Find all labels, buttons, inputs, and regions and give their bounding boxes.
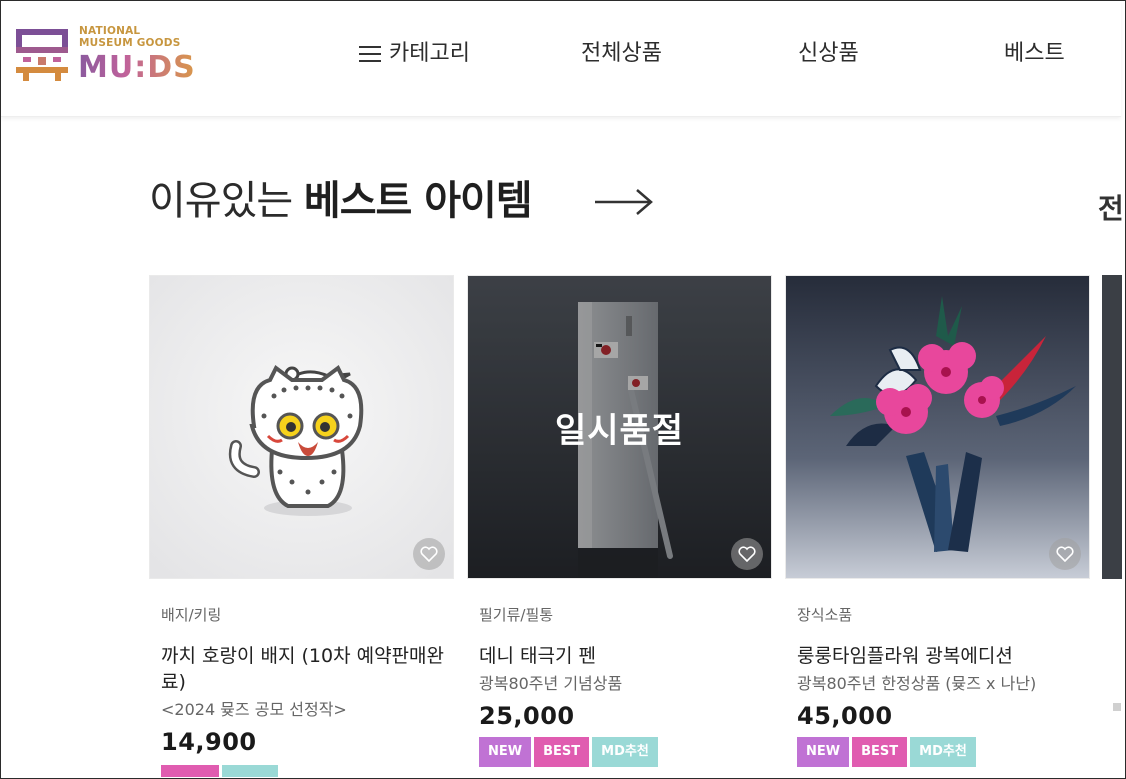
logo-mark-icon	[16, 29, 68, 81]
nav-category[interactable]: 카테고리	[359, 37, 470, 71]
product-card[interactable]: 장식소품 룽룽타임플라워 광복에디션 광복80주년 한정상품 (뮺즈 x 나난)…	[785, 275, 1090, 767]
badge-md-pick: MD추천	[592, 737, 658, 767]
wishlist-button[interactable]	[1049, 538, 1081, 570]
product-price: 45,000	[797, 702, 893, 730]
section-title-bold: 베스트 아이템	[303, 178, 533, 224]
wishlist-button[interactable]	[413, 538, 445, 570]
product-category: 배지/키링	[161, 606, 222, 624]
hamburger-icon	[359, 46, 381, 62]
logo-line-2: MUSEUM GOODS	[79, 37, 181, 49]
logo-line-1: NATIONAL	[79, 25, 141, 37]
product-image[interactable]: 일시품절	[467, 275, 772, 579]
arrow-right-icon[interactable]	[593, 187, 655, 217]
logo-subtitle: NATIONAL MUSEUM GOODS	[79, 25, 181, 49]
badge-strip-peek	[222, 765, 278, 777]
nav-best[interactable]: 베스트	[1004, 37, 1065, 71]
product-subtitle: 광복80주년 기념상품	[479, 674, 623, 693]
product-price: 25,000	[479, 702, 575, 730]
badge-best: BEST	[852, 737, 908, 767]
site-header: NATIONAL MUSEUM GOODS MU:DS 카테고리 전체상품 신상…	[1, 1, 1121, 117]
next-product-peek[interactable]	[1102, 275, 1122, 579]
badge-new: NEW	[797, 737, 850, 767]
site-logo[interactable]: NATIONAL MUSEUM GOODS MU:DS	[13, 23, 195, 85]
page-frame: NATIONAL MUSEUM GOODS MU:DS 카테고리 전체상품 신상…	[0, 0, 1126, 779]
logo-wordmark: MU:DS	[78, 50, 196, 85]
product-subtitle: <2024 뮺즈 공모 선정작>	[161, 700, 347, 719]
product-name[interactable]: 까치 호랑이 배지 (10차 예약판매완료)	[149, 643, 454, 695]
nav-all-products[interactable]: 전체상품	[581, 37, 662, 71]
product-badges: NEW BEST MD추천	[785, 737, 1090, 767]
product-category: 장식소품	[797, 606, 853, 624]
product-image[interactable]	[785, 275, 1090, 579]
nav-category-label: 카테고리	[389, 41, 470, 66]
heart-icon	[738, 546, 756, 562]
product-name[interactable]: 데니 태극기 펜	[467, 643, 772, 669]
product-name[interactable]: 룽룽타임플라워 광복에디션	[785, 643, 1090, 669]
sold-out-overlay: 일시품절	[468, 276, 771, 578]
product-card[interactable]: 배지/키링 까치 호랑이 배지 (10차 예약판매완료) <2024 뮺즈 공모…	[149, 275, 454, 757]
product-price: 14,900	[161, 728, 257, 756]
wishlist-button[interactable]	[731, 538, 763, 570]
badge-new: NEW	[479, 737, 532, 767]
nav-new-products[interactable]: 신상품	[798, 37, 859, 71]
badge-md-pick: MD추천	[910, 737, 976, 767]
tiger-badge-image	[150, 276, 453, 578]
badge-best: BEST	[534, 737, 590, 767]
product-image[interactable]	[149, 275, 454, 579]
badge-strip-peek	[161, 765, 219, 777]
view-all-link-peek[interactable]: 전	[1098, 187, 1125, 227]
section-title-light: 이유있는	[149, 178, 304, 224]
product-badges: NEW BEST MD추천	[467, 737, 772, 767]
heart-icon	[420, 546, 438, 562]
scroll-indicator	[1113, 703, 1121, 711]
product-category: 필기류/필통	[479, 606, 554, 624]
section-title: 이유있는 베스트 아이템	[149, 173, 533, 229]
product-card[interactable]: 일시품절 필기류/필통 데니 태극기 펜 광복80주년 기념상품 25,000 …	[467, 275, 772, 767]
heart-icon	[1056, 546, 1074, 562]
product-subtitle: 광복80주년 한정상품 (뮺즈 x 나난)	[797, 674, 1037, 693]
flower-bouquet-image	[786, 276, 1089, 578]
